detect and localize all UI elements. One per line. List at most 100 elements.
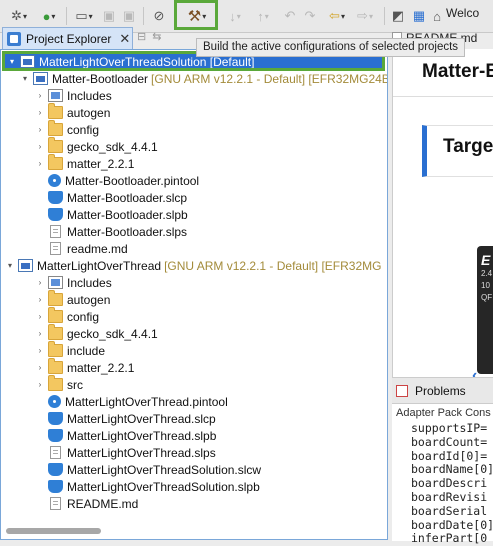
tree-item[interactable]: MatterLightOverThread.pintool — [1, 393, 228, 410]
tree-item[interactable]: › gecko_sdk_4.4.1 — [1, 324, 158, 342]
readme-editor[interactable]: Matter-E Targe E 2.4 10 QF ‹ — [392, 49, 493, 384]
horizontal-scrollbar[interactable] — [6, 528, 101, 534]
slcp-icon — [48, 191, 63, 204]
tree-item[interactable]: › include — [1, 341, 105, 359]
new-file-icon[interactable]: ▭ ▾ — [70, 6, 98, 26]
tree-item[interactable]: README.md — [1, 495, 138, 512]
folder-icon — [48, 290, 63, 306]
run-icon[interactable]: ● ▾ — [36, 6, 62, 26]
collapse-all-icon[interactable]: ⊟ — [137, 30, 146, 43]
tree-item-label: Matter-Bootloader.slcp — [67, 190, 188, 205]
problems-panel: Problems Adapter Pack Cons supportsIP= bo… — [392, 377, 493, 545]
tree-item[interactable]: readme.md — [1, 240, 128, 257]
collapsed-arrow-icon[interactable]: › — [35, 278, 45, 287]
tree-item-label: readme.md — [67, 241, 128, 256]
upload-icon[interactable]: ↑ ▾ — [252, 6, 274, 26]
tree-item-label: autogen — [67, 292, 111, 307]
tree-item[interactable]: › config — [1, 120, 99, 138]
tree-item-label: MatterLightOverThread.pintool — [65, 394, 228, 409]
tree-item[interactable]: MatterLightOverThread.slpb — [1, 427, 216, 444]
collapsed-arrow-icon[interactable]: › — [35, 159, 45, 168]
tree-item[interactable]: MatterLightOverThread.slps — [1, 444, 216, 461]
tree-item[interactable]: › autogen — [1, 290, 111, 308]
tree-item[interactable]: Matter-Bootloader.slps — [1, 223, 187, 240]
connection-icon[interactable]: ⊘ — [150, 6, 168, 26]
console-line: boardRevisi — [411, 489, 488, 504]
forward-arrow-icon[interactable]: ⇨ ▾ — [354, 6, 376, 26]
project-tree[interactable]: ▾ MatterLightOverThreadSolution [Default]… — [0, 49, 388, 540]
collapsed-arrow-icon[interactable]: › — [35, 346, 45, 355]
tree-item[interactable]: Matter-Bootloader.slcp — [1, 189, 187, 206]
expand-arrow-icon[interactable]: ▾ — [20, 74, 30, 83]
save-all-icon[interactable]: ▣ — [121, 6, 137, 26]
tree-item-label: README.md — [67, 496, 139, 511]
tree-item[interactable]: › matter_2.2.1 — [1, 358, 134, 376]
tree-item[interactable]: › gecko_sdk_4.4.1 — [1, 137, 158, 155]
expand-arrow-icon[interactable]: ▾ — [7, 57, 17, 66]
undo-icon[interactable]: ↶ — [282, 6, 298, 26]
readme-title: Matter-E — [422, 61, 493, 82]
tree-item[interactable]: ▾ MatterLightOverThread [GNU ARM v12.2.1 -… — [1, 257, 381, 274]
problems-icon — [396, 384, 408, 397]
right-area: README.md Matter-E Targe E 2.4 10 QF ‹ P… — [392, 27, 493, 545]
includes-icon — [48, 89, 63, 102]
tree-item[interactable]: › config — [1, 307, 100, 325]
tree-item[interactable]: › Includes — [1, 274, 112, 291]
collapsed-arrow-icon[interactable]: › — [35, 380, 45, 389]
collapsed-arrow-icon[interactable]: › — [35, 91, 45, 100]
collapsed-arrow-icon[interactable]: › — [35, 125, 45, 134]
file-icon — [50, 446, 61, 459]
expand-arrow-icon[interactable]: ▾ — [5, 261, 15, 270]
collapsed-arrow-icon[interactable]: › — [35, 312, 45, 321]
collapsed-arrow-icon[interactable]: › — [35, 363, 45, 372]
build-tooltip: Build the active configurations of selec… — [196, 38, 466, 57]
folder-icon — [48, 375, 63, 391]
project-icon — [33, 72, 48, 85]
pintool-icon — [48, 174, 61, 187]
link-editor-icon[interactable]: ⇆ — [152, 30, 161, 43]
debug-settings-icon[interactable]: ✲ ▾ — [8, 6, 30, 26]
tree-item[interactable]: › autogen — [1, 103, 110, 121]
tree-item[interactable]: Matter-Bootloader.slpb — [1, 206, 188, 223]
project-explorer-panel: Project Explorer ✕ ⊟ ⇆ ▾ MatterLightOverT… — [0, 27, 388, 540]
tree-item-label: Includes — [67, 88, 112, 103]
tree-item-label: gecko_sdk_4.4.1 — [67, 139, 158, 154]
tree-item[interactable]: MatterLightOverThread.slcp — [1, 410, 216, 427]
redo-icon[interactable]: ↷ — [302, 6, 318, 26]
project-explorer-tab[interactable]: Project Explorer ✕ — [2, 27, 133, 49]
tree-item-label: Matter-Bootloader.slps — [67, 224, 188, 239]
perspective-icon[interactable]: ◩ — [390, 6, 406, 26]
tree-item[interactable]: ▾ Matter-Bootloader [GNU ARM v12.2.1 - Def… — [1, 70, 387, 87]
tree-item[interactable]: › src — [1, 375, 83, 393]
problems-tab[interactable]: Problems — [392, 378, 493, 404]
welcome-tab[interactable]: Welco — [446, 6, 479, 20]
tools-icon[interactable]: ▦ — [411, 6, 427, 26]
console-line: boardName[0] — [411, 462, 493, 477]
problems-tab-label: Problems — [415, 383, 466, 398]
tree-item[interactable]: › Includes — [1, 87, 112, 104]
tree-item-label: MatterLightOverThread.slpb — [67, 428, 217, 443]
collapsed-arrow-icon[interactable]: › — [35, 108, 45, 117]
tree-item[interactable]: MatterLightOverThreadSolution.slpb — [1, 478, 260, 495]
tree-item-label: Includes — [67, 275, 112, 290]
debug-icon[interactable]: ↓ ▾ — [224, 6, 246, 26]
folder-icon — [48, 103, 63, 119]
tree-item[interactable]: › matter_2.2.1 — [1, 154, 134, 172]
save-icon[interactable]: ▣ — [101, 6, 117, 26]
close-icon[interactable]: ✕ — [119, 31, 130, 47]
tree-item-label: config — [67, 309, 100, 324]
console-line: boardSerial — [411, 503, 488, 518]
tree-item[interactable]: Matter-Bootloader.pintool — [1, 172, 199, 189]
home-icon[interactable]: ⌂ — [430, 6, 444, 26]
divider — [393, 96, 493, 97]
collapsed-arrow-icon[interactable]: › — [35, 329, 45, 338]
board-card-line: 2.4 — [481, 269, 493, 278]
tree-item[interactable]: MatterLightOverThreadSolution.slcw — [1, 461, 261, 478]
collapsed-arrow-icon[interactable]: › — [35, 142, 45, 151]
board-image-card: E 2.4 10 QF — [477, 246, 493, 374]
collapsed-arrow-icon[interactable]: › — [35, 295, 45, 304]
build-button-highlight — [174, 0, 218, 30]
back-arrow-icon[interactable]: ⇦ ▾ — [326, 6, 348, 26]
tree-item-label: Matter-Bootloader.pintool — [65, 173, 200, 188]
project-explorer-icon — [7, 31, 21, 46]
